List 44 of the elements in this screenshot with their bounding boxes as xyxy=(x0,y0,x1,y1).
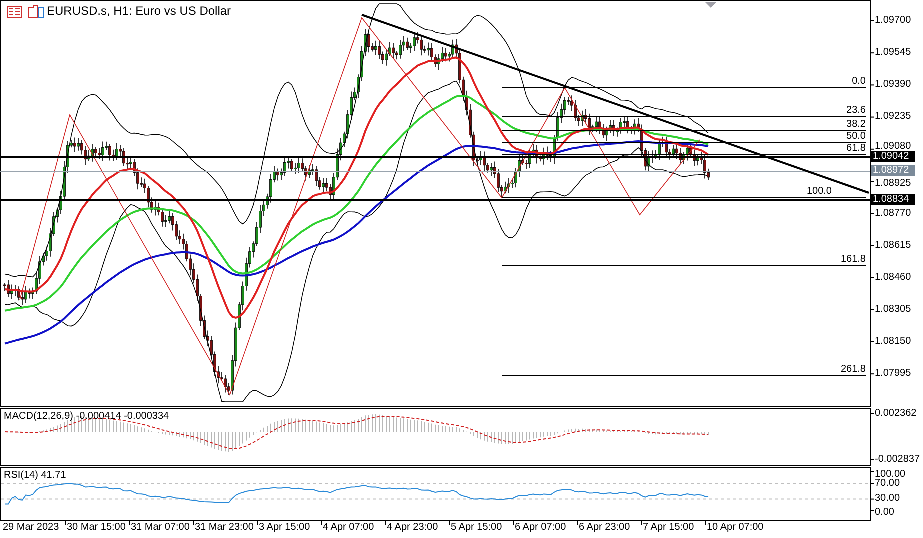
time-label: 6 Apr 23:00 xyxy=(579,522,630,533)
rsi-label: RSI(14) 41.71 xyxy=(4,470,66,481)
fib-level-label: 261.8 xyxy=(840,364,866,375)
fib-level-label: 161.8 xyxy=(840,254,866,265)
fib-level-label: 38.2 xyxy=(846,119,866,130)
time-label: 31 Mar 23:00 xyxy=(195,522,254,533)
fib-level-label: 50.0 xyxy=(846,131,866,142)
time-label: 30 Mar 15:00 xyxy=(67,522,126,533)
price-label: 1.09700 xyxy=(875,15,912,26)
fib-level-label: 61.8 xyxy=(846,143,866,154)
price-label: 1.08770 xyxy=(875,208,912,219)
price-tag: 1.09042 xyxy=(871,151,915,162)
price-label: 1.09545 xyxy=(875,47,912,58)
price-tag: 1.08834 xyxy=(871,194,915,205)
price-label: 1.08150 xyxy=(875,336,912,347)
price-label: 1.09390 xyxy=(875,79,912,90)
time-label: 6 Apr 07:00 xyxy=(515,522,566,533)
price-label: 1.07995 xyxy=(875,368,912,380)
rsi-axis-label: 100.00 xyxy=(875,469,906,480)
price-tag: 1.08972 xyxy=(871,165,915,176)
price-label: 1.08925 xyxy=(875,178,912,188)
macd-axis-label: 0.002362 xyxy=(875,408,917,419)
fib-level-label: 100.0 xyxy=(806,186,832,197)
fib-level-label: 0.0 xyxy=(851,76,866,87)
time-label: 7 Apr 15:00 xyxy=(643,522,694,533)
price-label: 1.08460 xyxy=(875,272,912,283)
macd-label: MACD(12,26,9) -0.000414 -0.000334 xyxy=(4,411,170,422)
price-label: 1.08615 xyxy=(875,240,912,251)
price-label: 1.08305 xyxy=(875,304,912,315)
time-label: 10 Apr 07:00 xyxy=(707,522,764,533)
macd-axis-label: -0.002837 xyxy=(875,454,920,465)
fib-level-label: 23.6 xyxy=(846,105,866,116)
price-label: 1.09235 xyxy=(875,111,912,122)
rsi-axis-label: 30.00 xyxy=(875,493,900,504)
time-label: 4 Apr 23:00 xyxy=(387,522,438,533)
time-label: 31 Mar 07:00 xyxy=(131,522,190,533)
rsi-axis-label: 70.00 xyxy=(875,478,900,489)
price-label: 1.09080 xyxy=(875,141,912,152)
rsi-axis-label: 0.00 xyxy=(875,507,894,518)
time-label: 4 Apr 07:00 xyxy=(323,522,374,533)
time-label: 29 Mar 2023 xyxy=(3,522,60,533)
time-label: 3 Apr 15:00 xyxy=(259,522,310,533)
time-label: 5 Apr 15:00 xyxy=(451,522,502,533)
chart-title: EURUSD.s, H1: Euro vs US Dollar xyxy=(47,6,232,17)
